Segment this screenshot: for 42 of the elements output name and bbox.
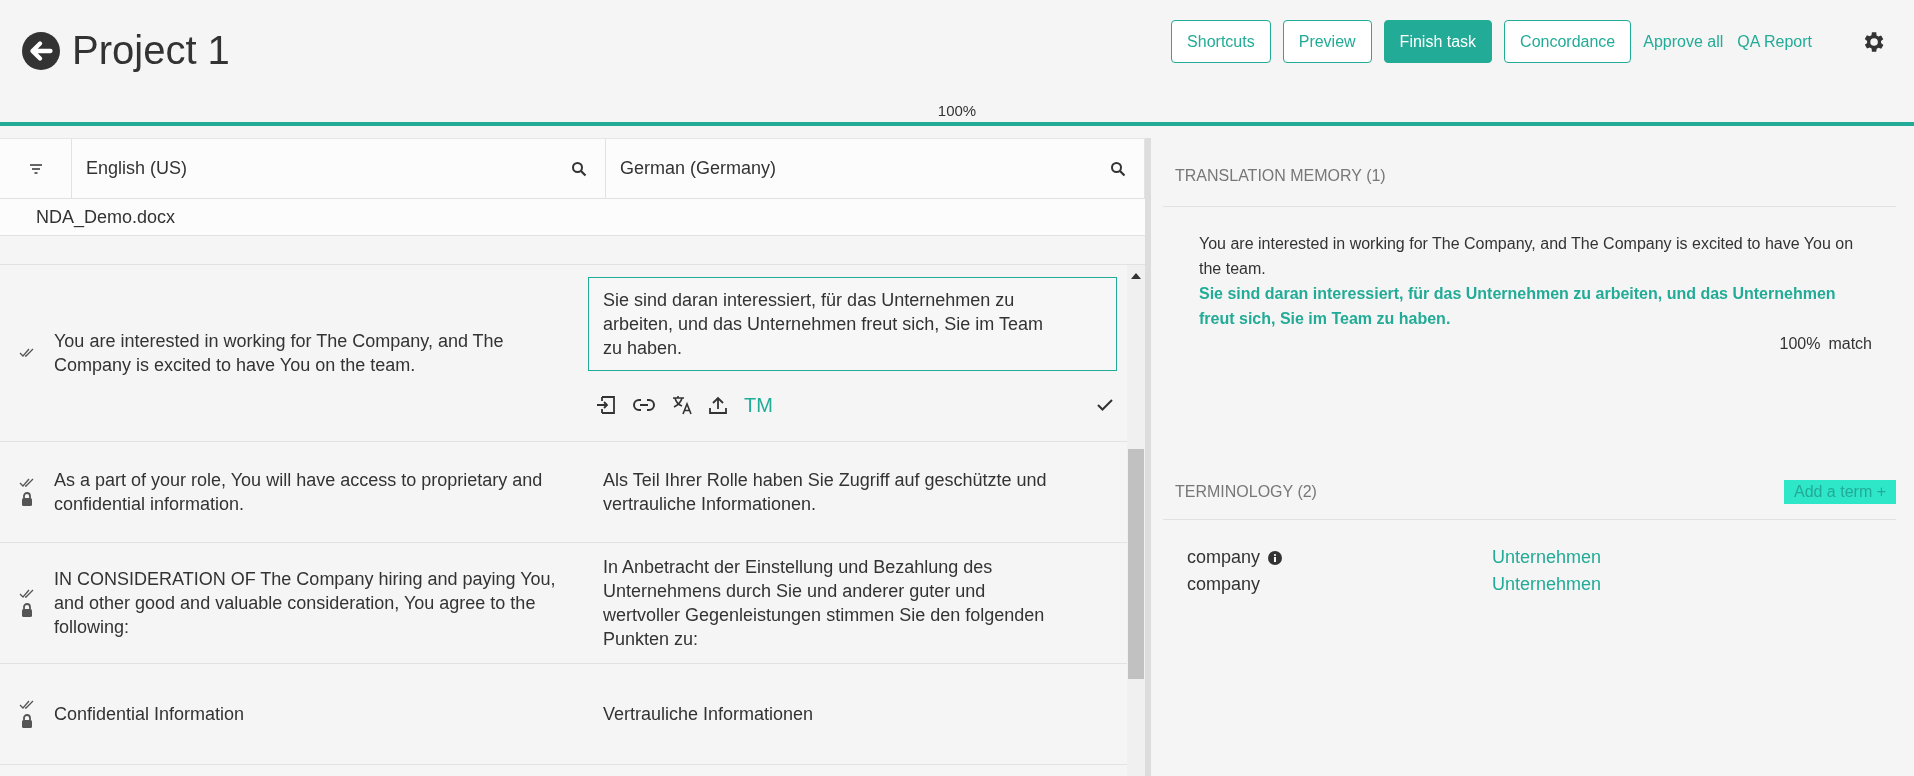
header-link[interactable]: Approve all xyxy=(1643,32,1724,51)
search-icon[interactable] xyxy=(571,160,587,177)
toolbar-button[interactable]: Concordance xyxy=(1504,20,1632,63)
scrollbar-thumb[interactable] xyxy=(1128,449,1144,679)
term-target[interactable]: Unternehmen xyxy=(1492,544,1896,571)
tm-source-text: You are interested in working for The Company, and The Company is excited to have You on the team. xyxy=(1199,234,1855,279)
term-source: company xyxy=(1187,573,1261,596)
project-title: Project 1 xyxy=(72,28,230,73)
match-percent: 100% xyxy=(1779,334,1821,354)
link-icon[interactable] xyxy=(633,399,655,411)
insert-icon[interactable] xyxy=(596,396,616,414)
source-text: Confidential Information xyxy=(54,703,245,726)
target-text: In Anbetracht der Einstellung und Bezahlung des Unternehmens durch Sie und anderer guter und wertvoller Gegenleistungen stimmen Sie den folgenden Punkten zu: xyxy=(602,556,1046,651)
file-name: NDA_Demo.docx xyxy=(36,206,176,228)
finish-button[interactable]: Finish task xyxy=(1383,20,1493,63)
term-target[interactable]: Unternehmen xyxy=(1492,571,1896,598)
target-editor[interactable]: Sie sind daran interessiert, für das Unternehmen zu arbeiten, und das Unternehmen freut sich, Sie im Team zu haben. xyxy=(588,277,1117,371)
add-term-button[interactable]: Add a term + xyxy=(1783,480,1896,504)
source-language: English (US) xyxy=(86,158,188,179)
filter-icon[interactable] xyxy=(28,163,43,174)
source-text: You are interested in working for The Company, and The Company is excited to have You on the team. xyxy=(54,330,505,377)
translate-icon[interactable] xyxy=(672,395,692,415)
tm-target-text[interactable]: Sie sind daran interessiert, für das Unternehmen zu arbeiten, und das Unternehmen freut sich, Sie im Team zu haben. xyxy=(1199,281,1872,331)
term-source: company xyxy=(1187,546,1261,569)
header-link[interactable]: QA Report xyxy=(1737,32,1812,51)
tm-label[interactable]: TM xyxy=(744,393,773,417)
check-icon[interactable] xyxy=(1097,399,1113,411)
target-language: German (Germany) xyxy=(620,158,777,179)
section-title: TERMINOLOGY (2) xyxy=(1175,483,1317,501)
match-label: match xyxy=(1828,334,1872,354)
scroll-up-icon[interactable] xyxy=(1131,273,1141,279)
toolbar-button[interactable]: Shortcuts xyxy=(1171,20,1271,63)
progress-percent: 100% xyxy=(937,102,977,119)
target-text: Als Teil Ihrer Rolle haben Sie Zugriff auf geschützte und vertrauliche Informationen. xyxy=(602,469,1048,516)
source-text: IN CONSIDERATION OF The Company hiring and paying You, and other good and valuable consideration, You agree to the following: xyxy=(54,568,557,639)
section-title: TRANSLATION MEMORY (1) xyxy=(1175,167,1386,185)
info-icon[interactable] xyxy=(1268,550,1283,565)
source-text: As a part of your role, You will have access to proprietary and confidential information. xyxy=(54,469,544,516)
target-text: Vertrauliche Informationen xyxy=(602,703,815,726)
toolbar-button[interactable]: Preview xyxy=(1282,20,1372,63)
upload-icon[interactable] xyxy=(709,396,727,414)
search-icon[interactable] xyxy=(1110,160,1126,177)
